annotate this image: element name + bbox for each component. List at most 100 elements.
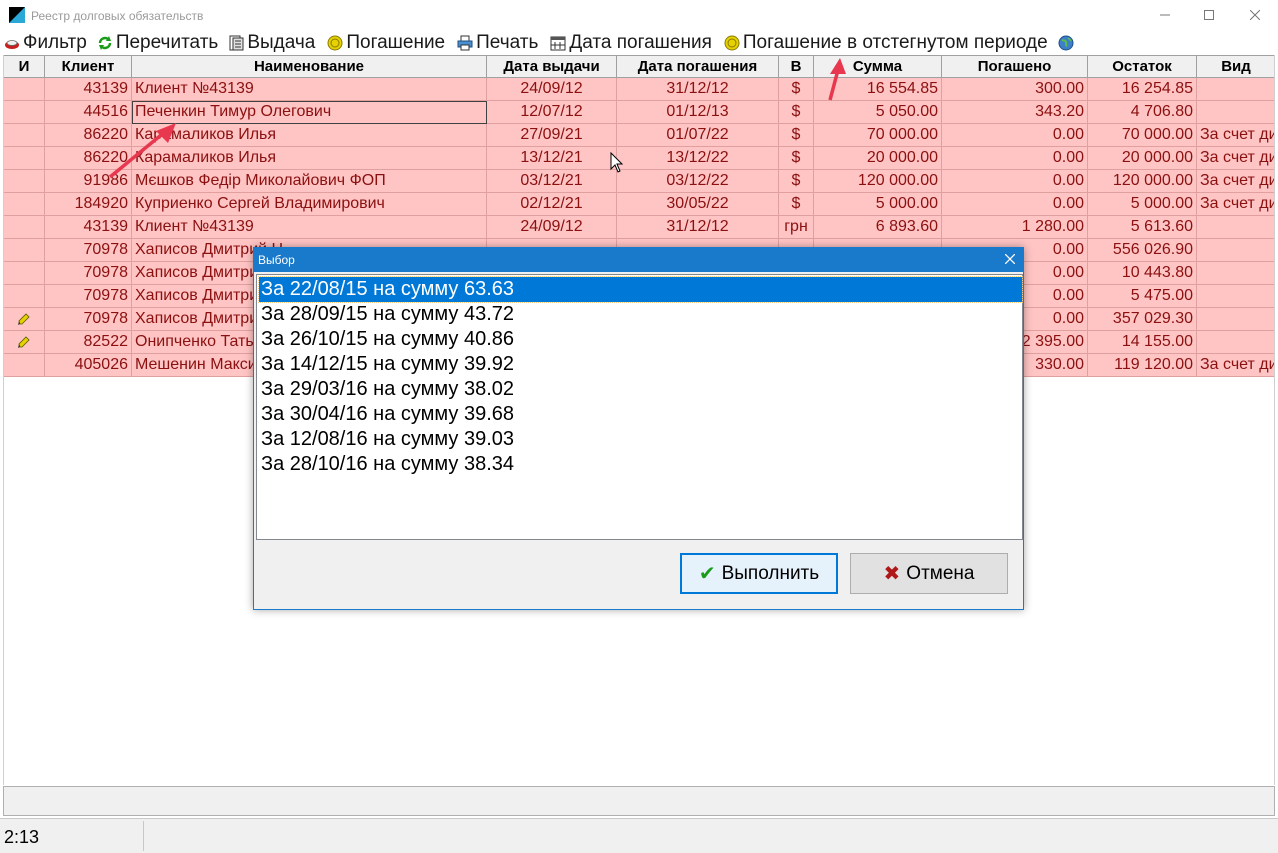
cell-i[interactable] [4,216,45,239]
table-row[interactable]: 86220 Карамаликов Илья 13/12/21 13/12/22 $20… [4,147,1274,170]
table-row[interactable]: 86220 Карамаликов Илья 27/09/21 01/07/22 $70… [4,124,1274,147]
column-header-rest[interactable]: Остаток [1088,56,1197,77]
table-row[interactable]: 43139 Клиент №43139 24/09/12 31/12/12 грн 6 8… [4,216,1274,239]
column-header-cur[interactable]: В [779,56,814,77]
table-row[interactable]: 43139 Клиент №43139 24/09/12 31/12/12 $16 55… [4,78,1274,101]
cell-issued[interactable]: 24/09/12 [487,216,617,239]
cell-due[interactable]: 01/07/22 [617,124,779,147]
cell-kind[interactable] [1197,331,1274,354]
cell-i[interactable] [4,262,45,285]
cell-rest[interactable]: 120 000.00 [1088,170,1197,193]
cell-i[interactable] [4,239,45,262]
cell-client[interactable]: 43139 [45,78,132,101]
cell-due[interactable]: 13/12/22 [617,147,779,170]
column-header-kind[interactable]: Вид [1197,56,1274,77]
cell-kind[interactable] [1197,239,1274,262]
cell-cur[interactable]: $ [779,101,814,124]
cell-paid[interactable]: 300.00 [942,78,1088,101]
globe-button[interactable] [1058,35,1077,51]
list-item[interactable]: За 12/08/16 на сумму 39.03 [259,427,1022,452]
cell-due[interactable]: 03/12/22 [617,170,779,193]
cell-paid[interactable]: 0.00 [942,124,1088,147]
cell-paid[interactable]: 0.00 [942,170,1088,193]
reload-button[interactable]: Перечитать [97,32,218,54]
cell-i[interactable] [4,170,45,193]
cell-due[interactable]: 01/12/13 [617,101,779,124]
cell-client[interactable]: 70978 [45,262,132,285]
cell-client[interactable]: 405026 [45,354,132,377]
cell-client[interactable]: 70978 [45,308,132,331]
cell-kind[interactable]: За счет ди [1197,193,1274,216]
cell-kind[interactable]: За счет ди [1197,354,1274,377]
cell-name[interactable]: Клиент №43139 [132,78,487,101]
cell-cur[interactable]: $ [779,147,814,170]
cell-i[interactable] [4,101,45,124]
cell-issued[interactable]: 12/07/12 [487,101,617,124]
cell-kind[interactable] [1197,308,1274,331]
repayment-button[interactable]: Погашение [327,32,445,54]
cell-sum[interactable]: 6 893.60 [814,216,942,239]
cell-sum[interactable]: 70 000.00 [814,124,942,147]
list-item[interactable]: За 29/03/16 на сумму 38.02 [259,377,1022,402]
cell-cur[interactable]: грн [779,216,814,239]
table-row[interactable]: 184920 Куприенко Сергей Владимирович 02/12… [4,193,1274,216]
cell-i[interactable] [4,354,45,377]
close-window-button[interactable] [1232,0,1278,30]
cancel-button[interactable]: ✖ Отмена [850,553,1008,594]
dialog-close-button[interactable] [1004,248,1016,272]
table-row[interactable]: 91986 Мєшков Федір Миколайович ФОП 03/12/2… [4,170,1274,193]
cell-paid[interactable]: 0.00 [942,193,1088,216]
table-row[interactable]: 44516 Печенкин Тимур Олегович 12/07/12 01/1… [4,101,1274,124]
minimize-button[interactable] [1142,0,1188,30]
cell-client[interactable]: 70978 [45,285,132,308]
cell-i[interactable] [4,124,45,147]
cell-paid[interactable]: 343.20 [942,101,1088,124]
cell-name[interactable]: Мєшков Федір Миколайович ФОП [132,170,487,193]
column-header-name[interactable]: Наименование [132,56,487,77]
cell-kind[interactable] [1197,262,1274,285]
cell-kind[interactable] [1197,78,1274,101]
cell-sum[interactable]: 5 050.00 [814,101,942,124]
cell-client[interactable]: 184920 [45,193,132,216]
cell-due[interactable]: 31/12/12 [617,78,779,101]
cell-rest[interactable]: 119 120.00 [1088,354,1197,377]
list-item[interactable]: За 14/12/15 на сумму 39.92 [259,352,1022,377]
cell-name[interactable]: Куприенко Сергей Владимирович [132,193,487,216]
cell-i[interactable] [4,285,45,308]
payment-list[interactable]: За 22/08/15 на сумму 63.63 За 28/09/15 на… [256,274,1023,540]
cell-cur[interactable]: $ [779,193,814,216]
cell-rest[interactable]: 70 000.00 [1088,124,1197,147]
cell-sum[interactable]: 20 000.00 [814,147,942,170]
cell-client[interactable]: 43139 [45,216,132,239]
cell-issued[interactable]: 27/09/21 [487,124,617,147]
cell-paid[interactable]: 1 280.00 [942,216,1088,239]
column-header-client[interactable]: Клиент [45,56,132,77]
list-item[interactable]: За 28/10/16 на сумму 38.34 [259,452,1022,477]
cell-issued[interactable]: 13/12/21 [487,147,617,170]
cell-sum[interactable]: 120 000.00 [814,170,942,193]
list-item[interactable]: За 28/09/15 на сумму 43.72 [259,302,1022,327]
cell-kind[interactable]: За счет ди [1197,170,1274,193]
cell-issued[interactable]: 02/12/21 [487,193,617,216]
cell-sum[interactable]: 5 000.00 [814,193,942,216]
cell-cur[interactable]: $ [779,78,814,101]
cell-name[interactable]: Клиент №43139 [132,216,487,239]
cell-rest[interactable]: 14 155.00 [1088,331,1197,354]
column-header-issued[interactable]: Дата выдачи [487,56,617,77]
cell-rest[interactable]: 5 475.00 [1088,285,1197,308]
maximize-button[interactable] [1186,0,1232,30]
cell-kind[interactable] [1197,285,1274,308]
cell-rest[interactable]: 556 026.90 [1088,239,1197,262]
cell-kind[interactable]: За счет ди [1197,124,1274,147]
list-item[interactable]: За 22/08/15 на сумму 63.63 [258,276,1023,303]
cell-rest[interactable]: 5 000.00 [1088,193,1197,216]
cell-i[interactable] [4,308,45,331]
cell-i[interactable] [4,331,45,354]
cell-client[interactable]: 70978 [45,239,132,262]
cell-rest[interactable]: 357 029.30 [1088,308,1197,331]
cell-rest[interactable]: 20 000.00 [1088,147,1197,170]
cell-i[interactable] [4,147,45,170]
cell-name[interactable]: Печенкин Тимур Олегович [132,101,487,124]
cell-issued[interactable]: 24/09/12 [487,78,617,101]
cell-client[interactable]: 82522 [45,331,132,354]
